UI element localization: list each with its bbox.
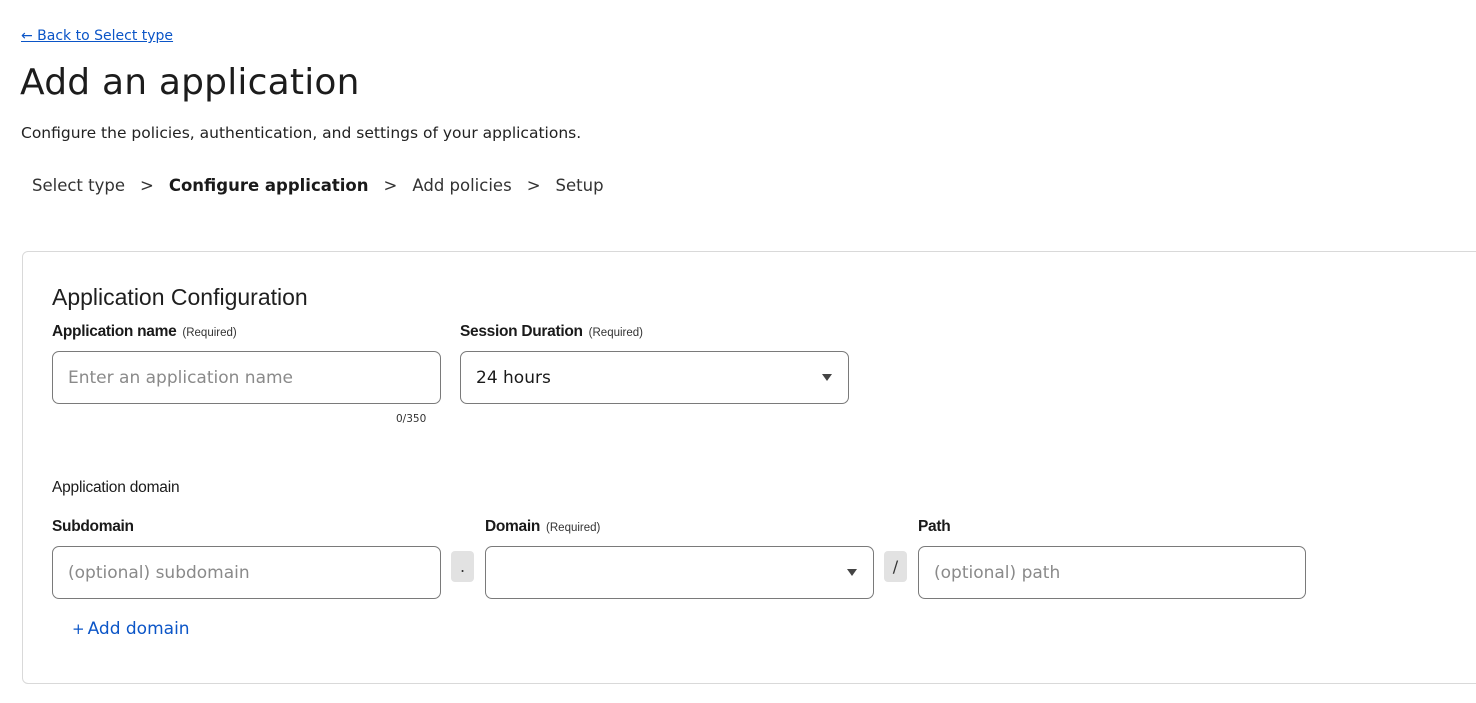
application-name-label: Application name (Required) <box>52 323 237 341</box>
required-marker: (Required) <box>546 522 601 534</box>
add-domain-label: Add domain <box>87 619 190 639</box>
breadcrumb-step-select-type[interactable]: Select type <box>32 176 125 195</box>
dot-separator: . <box>451 551 474 582</box>
domain-label: Domain (Required) <box>485 518 600 536</box>
required-marker: (Required) <box>182 327 237 339</box>
breadcrumb-separator: > <box>526 176 541 195</box>
chevron-down-icon <box>847 569 857 576</box>
domain-label-text: Domain <box>485 518 541 535</box>
subdomain-label: Subdomain <box>52 518 134 535</box>
application-name-input[interactable] <box>68 367 425 388</box>
session-duration-value: 24 hours <box>476 367 551 388</box>
path-label: Path <box>918 518 951 535</box>
application-name-label-text: Application name <box>52 323 177 340</box>
application-name-field[interactable] <box>52 351 441 404</box>
session-duration-label: Session Duration (Required) <box>460 323 643 341</box>
session-duration-label-text: Session Duration <box>460 323 583 340</box>
session-duration-select[interactable]: 24 hours <box>460 351 849 404</box>
breadcrumb-separator: > <box>140 176 154 195</box>
page-subtitle: Configure the policies, authentication, … <box>21 124 582 142</box>
breadcrumb-step-configure-application: Configure application <box>168 176 369 195</box>
subdomain-field[interactable] <box>52 546 441 599</box>
breadcrumb-step-add-policies: Add policies <box>412 176 512 195</box>
domain-select[interactable] <box>485 546 874 599</box>
add-domain-button[interactable]: + Add domain <box>72 619 190 639</box>
section-title: Application Configuration <box>52 284 308 310</box>
plus-icon: + <box>72 620 85 638</box>
path-field[interactable] <box>918 546 1306 599</box>
subdomain-input[interactable] <box>68 562 425 583</box>
chevron-down-icon <box>822 374 832 381</box>
path-input[interactable] <box>934 562 1290 583</box>
application-configuration-card <box>22 251 1476 684</box>
page-title: Add an application <box>20 62 360 103</box>
required-marker: (Required) <box>588 327 643 339</box>
breadcrumb-step-setup: Setup <box>555 176 604 195</box>
breadcrumb: Select type > Configure application > Ad… <box>32 176 604 195</box>
breadcrumb-separator: > <box>383 176 398 195</box>
application-domain-label: Application domain <box>52 479 180 496</box>
slash-separator: / <box>884 551 907 582</box>
character-counter: 0/350 <box>396 413 427 425</box>
back-to-select-type-link[interactable]: ← Back to Select type <box>21 28 173 44</box>
